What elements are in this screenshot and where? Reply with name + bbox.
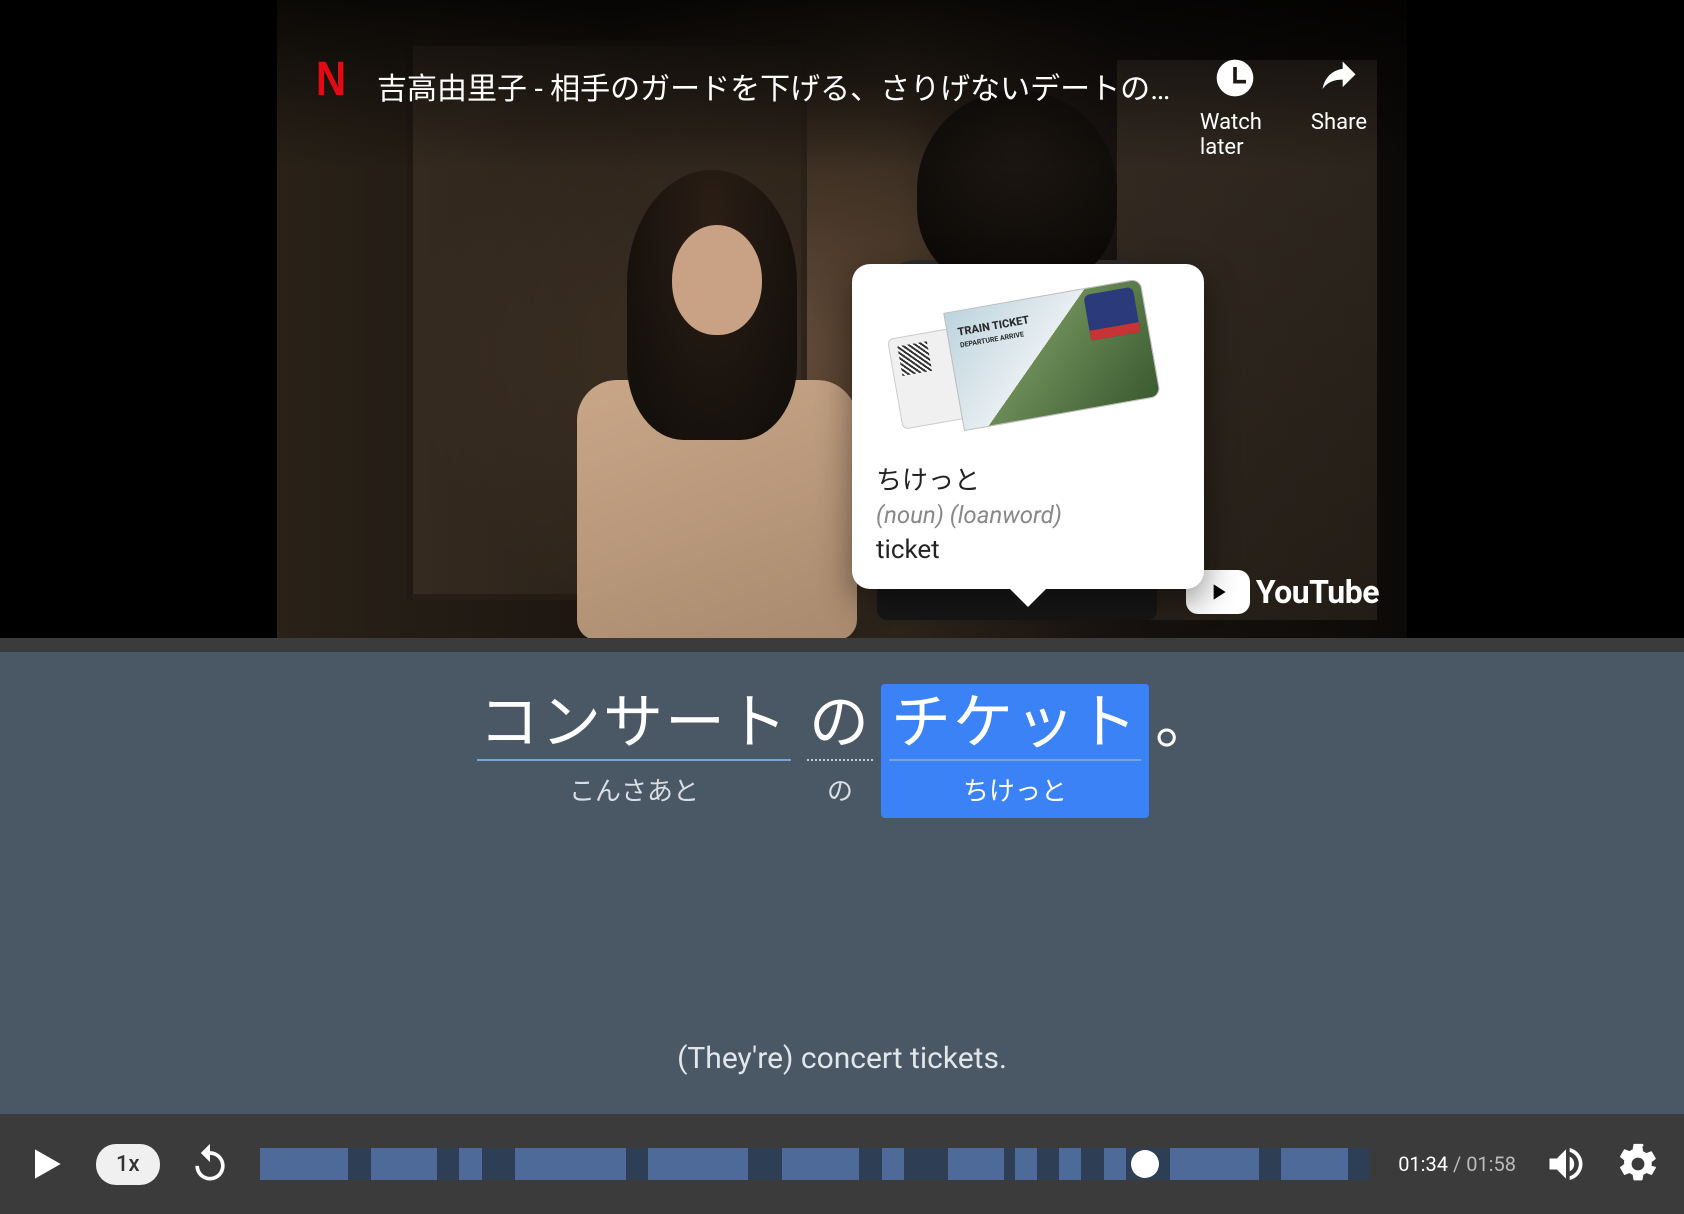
volume-button[interactable] [1544, 1142, 1588, 1186]
video-top-overlay: N 吉高由里子 - 相手のガードを下げる、さりげないデートの誘い方 | きみの…… [277, 0, 1407, 170]
progress-segment [648, 1148, 748, 1180]
subtitle-word-text: コンサート [477, 688, 791, 761]
progress-segment [459, 1148, 481, 1180]
dictionary-part-of-speech: (noun) (loanword) [876, 501, 1180, 529]
ticket-illustration-icon: TRAIN TICKET DEPARTURE ARRIVE [882, 265, 1174, 460]
progress-segment [948, 1148, 1004, 1180]
youtube-watermark-label: YouTube [1256, 573, 1379, 611]
play-button[interactable] [24, 1142, 68, 1186]
dictionary-reading: ちけっと [876, 460, 1180, 497]
play-icon [24, 1140, 68, 1188]
share-label: Share [1311, 110, 1367, 135]
youtube-watermark[interactable]: YouTube [1186, 570, 1379, 614]
progress-segment [1059, 1148, 1081, 1180]
video-frame[interactable]: N 吉高由里子 - 相手のガードを下げる、さりげないデートの誘い方 | きみの…… [277, 0, 1407, 638]
subtitle-word-1[interactable]: のの [799, 684, 881, 818]
progress-segment [260, 1148, 349, 1180]
video-title[interactable]: 吉高由里子 - 相手のガードを下げる、さりげないデートの誘い方 | きみの… [377, 50, 1200, 108]
player-bar: 1x 01:34 / 01:58 [0, 1114, 1684, 1214]
subtitle-word-reading: の [827, 771, 853, 808]
watch-later-label: Watch later [1200, 110, 1271, 160]
share-button[interactable]: Share [1311, 56, 1367, 160]
time-separator: / [1448, 1152, 1466, 1176]
dictionary-popup[interactable]: TRAIN TICKET DEPARTURE ARRIVE ちけっと (noun… [852, 264, 1204, 589]
subtitle-word-reading: こんさあと [569, 771, 699, 808]
watch-later-button[interactable]: Watch later [1200, 56, 1271, 160]
dictionary-definition: ticket [876, 535, 1180, 565]
progress-segment [515, 1148, 626, 1180]
video-area: N 吉高由里子 - 相手のガードを下げる、さりげないデートの誘い方 | きみの…… [0, 0, 1684, 638]
progress-segment [1015, 1148, 1037, 1180]
subtitle-panel: コンサートこんさあとののチケットちけっと。 (They're) concert … [0, 638, 1684, 1114]
progress-segment [1170, 1148, 1259, 1180]
clock-icon [1213, 56, 1257, 100]
playback-speed-button[interactable]: 1x [96, 1144, 160, 1185]
time-display: 01:34 / 01:58 [1398, 1152, 1516, 1176]
time-current: 01:34 [1398, 1152, 1448, 1176]
progress-cursor[interactable] [1131, 1150, 1159, 1178]
time-total: 01:58 [1466, 1152, 1516, 1176]
subtitle-translation: (They're) concert tickets. [677, 1041, 1007, 1076]
scene-woman [567, 170, 867, 620]
progress-segment [1104, 1148, 1126, 1180]
subtitle-word-text: チケット [889, 688, 1141, 761]
progress-segment [882, 1148, 904, 1180]
progress-segment [782, 1148, 860, 1180]
dictionary-image: TRAIN TICKET DEPARTURE ARRIVE [852, 264, 1204, 460]
video-top-actions: Watch later Share [1200, 50, 1377, 160]
replay-icon [188, 1142, 232, 1186]
volume-icon [1544, 1142, 1588, 1186]
subtitle-word-text: の [807, 688, 873, 761]
subtitle-word-0[interactable]: コンサートこんさあと [469, 684, 799, 818]
subtitle-japanese-line: コンサートこんさあとののチケットちけっと。 [469, 684, 1215, 818]
subtitle-word-reading: ちけっと [963, 771, 1067, 808]
progress-segment [371, 1148, 438, 1180]
replay-button[interactable] [188, 1142, 232, 1186]
netflix-logo-icon[interactable]: N [307, 53, 353, 106]
settings-button[interactable] [1616, 1142, 1660, 1186]
progress-bar[interactable] [260, 1148, 1371, 1180]
subtitle-word-2[interactable]: チケットちけっと [881, 684, 1149, 818]
gear-icon [1616, 1142, 1660, 1186]
share-icon [1317, 56, 1361, 100]
subtitle-punct: 。 [1149, 684, 1215, 757]
progress-segment [1281, 1148, 1348, 1180]
dictionary-text: ちけっと (noun) (loanword) ticket [852, 460, 1204, 589]
